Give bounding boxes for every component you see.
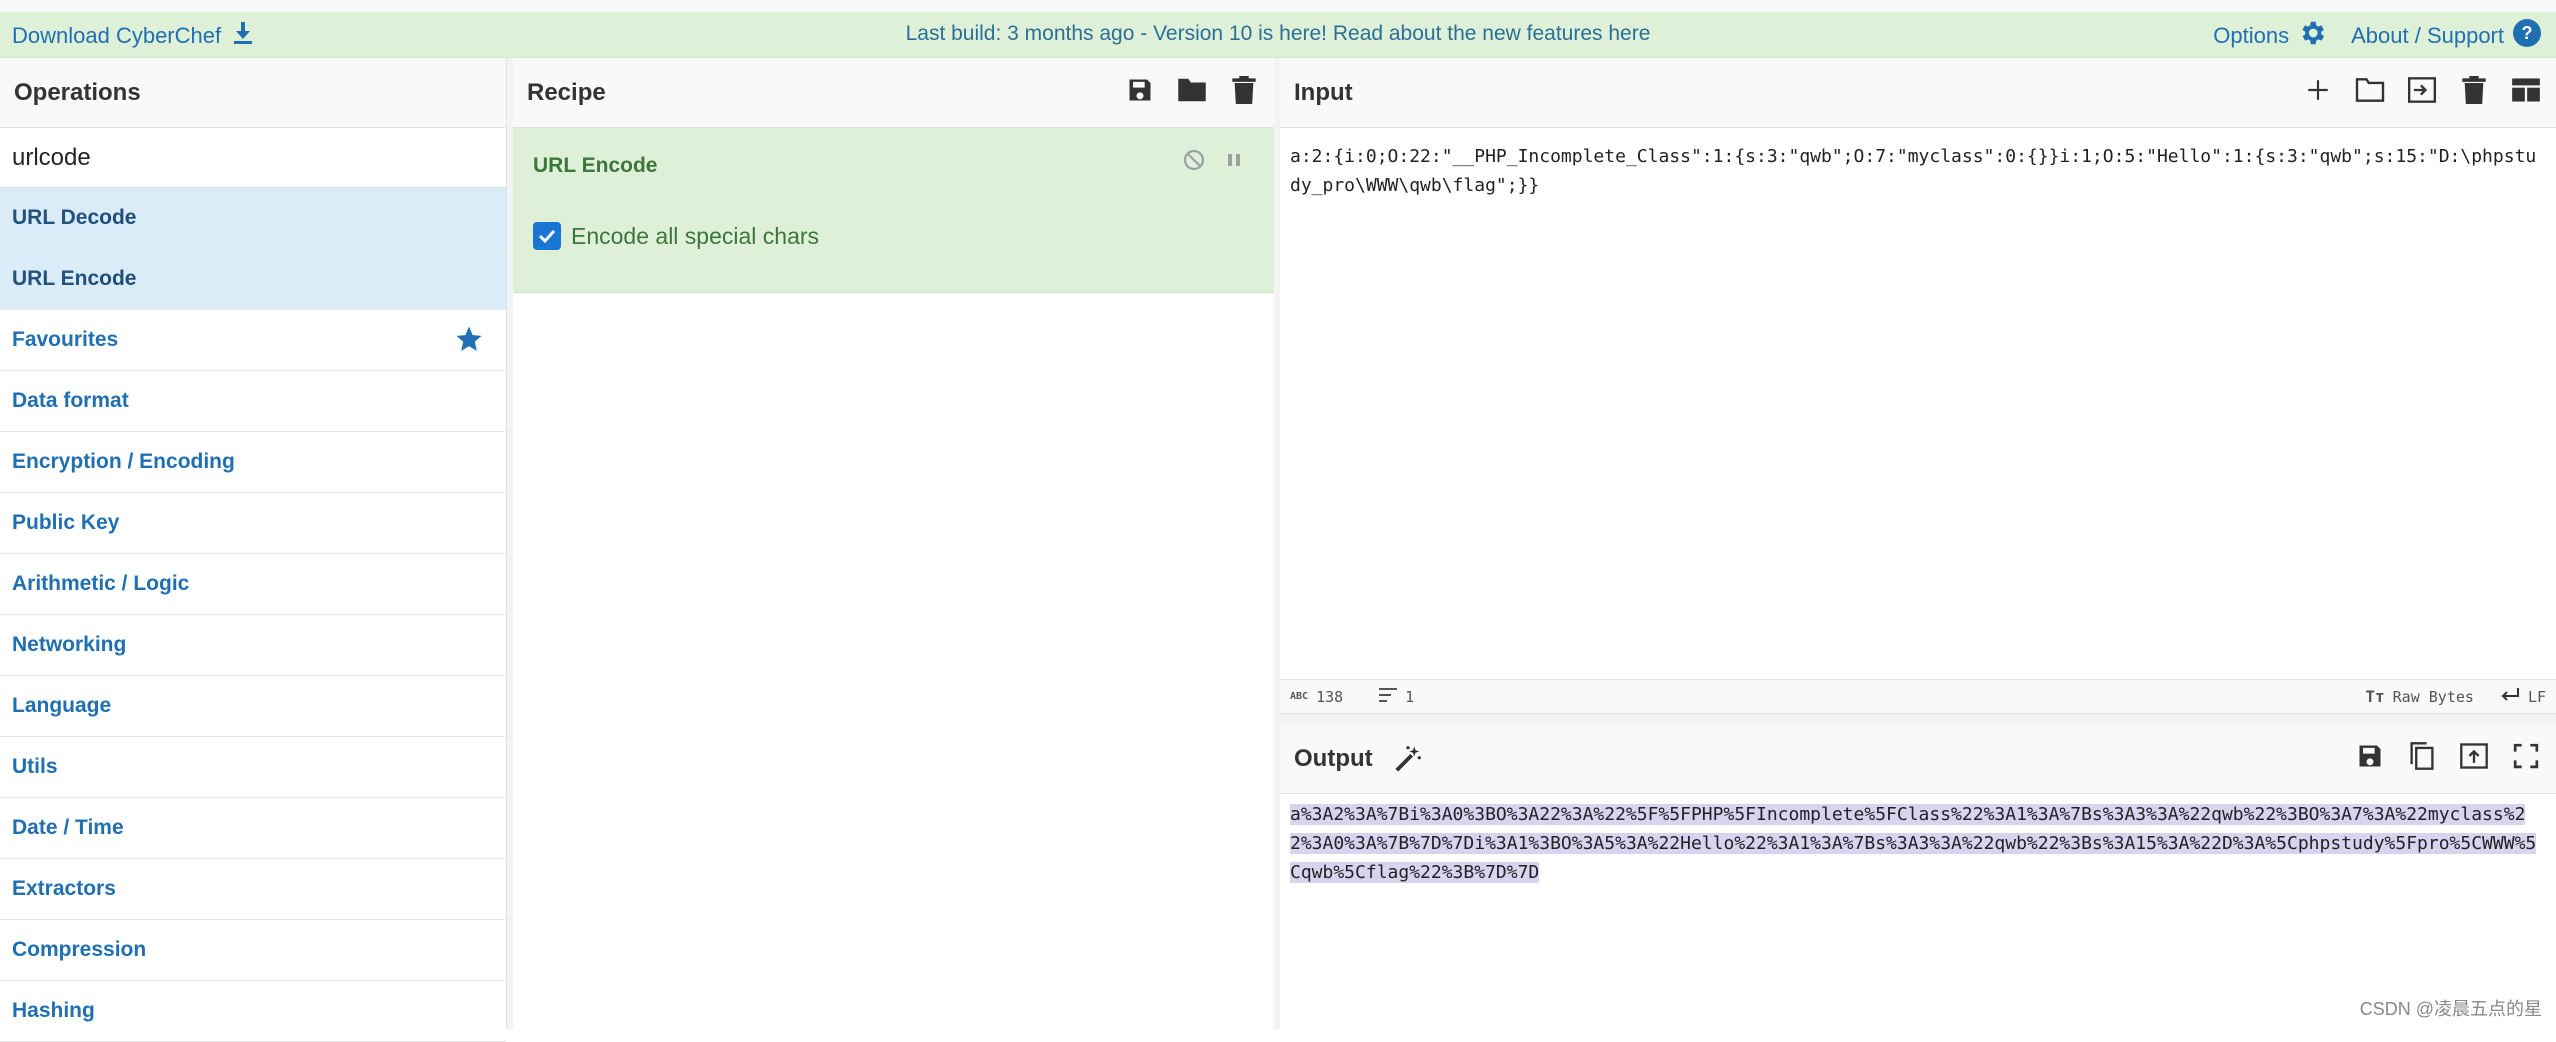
output-title: Output [1294,745,1373,773]
io-pane: Input a:2:{i:0;O:22:"__PHP_Incomplete_Cl… [1280,58,2556,1029]
search-box[interactable] [0,128,506,188]
recipe-pane: Recipe URL Encode Enc [513,58,1274,1029]
category-encryption-encoding[interactable]: Encryption / Encoding [0,432,506,493]
recipe-header: Recipe [513,58,1274,128]
result-label-highlight: code [87,267,136,291]
download-label[interactable]: Download CyberChef [12,23,221,49]
category-label: Utils [12,755,58,779]
recipe-title: Recipe [527,79,606,107]
category-favourites[interactable]: Favourites [0,310,506,371]
category-label: Favourites [12,328,118,352]
build-message-link[interactable]: Last build: 3 months ago - Version 10 is… [906,22,1651,45]
result-label-highlight: code [87,206,136,230]
top-banner: Download CyberChef Last build: 3 months … [0,0,2556,58]
clear-input-icon[interactable] [2456,72,2492,108]
clear-recipe-icon[interactable] [1226,72,1262,108]
category-label: Language [12,694,111,718]
breakpoint-icon[interactable] [1224,148,1244,177]
save-output-icon[interactable] [2352,738,2388,774]
encode-all-checkbox[interactable] [533,222,561,250]
recipe-operation-title: URL Encode [533,154,657,178]
category-language[interactable]: Language [0,676,506,737]
category-label: Extractors [12,877,116,901]
text-encoding-icon: Tт [2365,687,2384,706]
category-compression[interactable]: Compression [0,920,506,981]
return-icon [2500,688,2520,706]
encoding-selector[interactable]: Tт Raw Bytes [2365,687,2474,706]
category-label: Data format [12,389,129,413]
category-public-key[interactable]: Public Key [0,493,506,554]
char-count-value: 138 [1316,688,1343,706]
search-result-url-decode[interactable]: URL Decode [0,188,506,249]
category-label: Hashing [12,999,95,1023]
about-label[interactable]: About / Support [2351,23,2504,49]
category-utils[interactable]: Utils [0,737,506,798]
download-link[interactable]: Download CyberChef [12,22,253,50]
output-header: Output [1280,724,2556,794]
encode-all-label: Encode all special chars [571,223,819,250]
input-textarea[interactable]: a:2:{i:0;O:22:"__PHP_Incomplete_Class":1… [1280,128,2556,680]
input-status-bar: ABC 138 1 Tт Raw Bytes LF [1280,680,2556,714]
input-title: Input [1294,79,1353,107]
output-textarea[interactable]: a%3A2%3A%7Bi%3A0%3BO%3A22%3A%22%5F%5FPHP… [1280,794,2556,893]
operations-title: Operations [14,79,141,107]
open-folder-icon[interactable] [2404,72,2440,108]
category-networking[interactable]: Networking [0,615,506,676]
input-text: a:2:{i:0;O:22:"__PHP_Incomplete_Class":1… [1290,146,2536,196]
lines-icon [1379,688,1397,706]
result-label-prefix: URL De [12,206,87,230]
about-button[interactable]: About / Support ? [2351,18,2542,54]
star-icon [454,324,484,360]
line-count-value: 1 [1405,688,1414,706]
svg-text:?: ? [2522,23,2533,43]
copy-output-icon[interactable] [2404,738,2440,774]
input-header: Input [1280,58,2556,128]
io-splitter[interactable] [1280,714,2556,724]
abc-icon: ABC [1290,691,1308,702]
build-notice: Last build: 3 months ago - Version 10 is… [0,22,2556,46]
result-label-prefix: URL En [12,267,87,291]
help-icon[interactable]: ? [2512,18,2542,54]
maximise-output-icon[interactable] [2508,738,2544,774]
category-hashing[interactable]: Hashing [0,981,506,1042]
reset-layout-icon[interactable] [2508,72,2544,108]
category-extractors[interactable]: Extractors [0,859,506,920]
line-count: 1 [1379,688,1414,706]
operations-header: Operations [0,58,506,128]
char-count: ABC 138 [1290,688,1343,706]
download-icon[interactable] [233,22,253,50]
options-button[interactable]: Options [2213,18,2327,54]
recipe-operation-url-encode[interactable]: URL Encode Encode all special chars [513,128,1274,293]
search-input[interactable] [12,144,494,172]
magic-wand-icon[interactable] [1393,744,1423,774]
operations-pane: Operations URL Decode URL Encode Favouri… [0,58,507,1029]
add-tab-icon[interactable] [2300,72,2336,108]
category-label: Arithmetic / Logic [12,572,189,596]
load-recipe-icon[interactable] [1174,72,1210,108]
save-recipe-icon[interactable] [1122,72,1158,108]
eol-value[interactable]: LF [2528,688,2546,706]
watermark: CSDN @凌晨五点的星 [2360,995,2542,1021]
search-result-url-encode[interactable]: URL Encode [0,249,506,310]
encode-all-special-chars-option[interactable]: Encode all special chars [533,222,819,250]
replace-input-icon[interactable] [2456,738,2492,774]
category-label: Date / Time [12,816,124,840]
eol-selector[interactable]: LF [2500,688,2546,706]
open-file-icon[interactable] [2352,72,2388,108]
category-label: Public Key [12,511,119,535]
disable-icon[interactable] [1182,148,1206,177]
category-date-time[interactable]: Date / Time [0,798,506,859]
gear-icon[interactable] [2297,18,2327,54]
options-label[interactable]: Options [2213,23,2289,49]
category-label: Networking [12,633,126,657]
category-label: Encryption / Encoding [12,450,235,474]
category-arithmetic-logic[interactable]: Arithmetic / Logic [0,554,506,615]
output-text: a%3A2%3A%7Bi%3A0%3BO%3A22%3A%22%5F%5FPHP… [1290,804,2536,883]
category-data-format[interactable]: Data format [0,371,506,432]
category-label: Compression [12,938,146,962]
encoding-value[interactable]: Raw Bytes [2393,688,2474,706]
